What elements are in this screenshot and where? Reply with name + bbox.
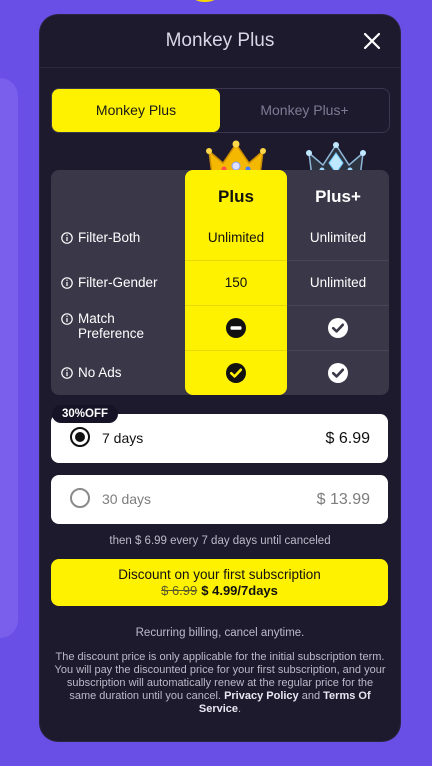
check-circle-icon — [328, 317, 348, 338]
feature-label: Filter-Both — [78, 230, 141, 245]
subscription-modal: Monkey Plus Monkey Plus Monkey Plus+ Plu… — [40, 15, 400, 741]
feature-label: Filter-Gender — [78, 275, 158, 290]
plan-duration: 30 days — [102, 491, 152, 507]
background-blob — [190, 0, 220, 2]
tab-monkey-plus-plus[interactable]: Monkey Plus+ — [220, 89, 389, 132]
discount-badge: 30%OFF — [52, 405, 119, 423]
info-icon[interactable] — [61, 366, 73, 379]
plus-value: 150 — [224, 275, 248, 290]
table-row: Filter-Gender 150 Unlimited — [51, 260, 389, 305]
plus-value: Unlimited — [207, 230, 265, 245]
recurring-billing-note: Recurring billing, cancel anytime. — [135, 627, 305, 639]
plus-plus-value: Unlimited — [309, 275, 367, 290]
close-icon[interactable] — [362, 31, 382, 51]
discounted-price: $ 4.99/7days — [201, 583, 278, 598]
tab-monkey-plus[interactable]: Monkey Plus — [52, 89, 220, 132]
info-icon[interactable] — [61, 276, 73, 289]
table-row: Match Preference — [51, 305, 389, 350]
background-panel — [0, 78, 18, 638]
plan-tabs: Monkey Plus Monkey Plus+ — [51, 88, 390, 133]
feature-label: Match Preference — [78, 311, 145, 341]
feature-label: No Ads — [78, 365, 122, 380]
renewal-note: then $ 6.99 every 7 day days until cance… — [109, 535, 331, 547]
original-price: $ 6.99 — [161, 583, 198, 598]
column-header-plus: Plus — [218, 187, 254, 206]
subscribe-button[interactable]: Discount on your first subscription $ 6.… — [51, 559, 388, 606]
plan-price: $ 13.99 — [316, 491, 370, 508]
table-row: Filter-Both Unlimited Unlimited — [51, 215, 389, 260]
info-icon[interactable] — [61, 313, 73, 325]
privacy-policy-link[interactable]: Privacy Policy — [224, 690, 299, 702]
radio-selected[interactable] — [70, 427, 90, 447]
cta-title: Discount on your first subscription — [118, 567, 321, 582]
plan-option-30-days[interactable]: 30 days $ 13.99 — [51, 475, 388, 524]
modal-title: Monkey Plus — [165, 30, 275, 51]
table-row: No Ads — [51, 350, 389, 395]
header-divider — [40, 67, 400, 68]
info-icon[interactable] — [61, 231, 73, 244]
plus-plus-value: Unlimited — [309, 230, 367, 245]
feature-comparison-table: Plus Plus+ Filter-Both Unlimited Unlimit… — [51, 170, 389, 395]
discount-disclaimer: The discount price is only applicable fo… — [54, 651, 386, 715]
and-text: and — [301, 690, 321, 702]
plan-price: $ 6.99 — [325, 430, 370, 447]
radio-unselected[interactable] — [70, 488, 90, 508]
column-header-plus-plus: Plus+ — [315, 187, 361, 206]
check-circle-icon — [226, 362, 246, 383]
check-circle-icon — [328, 362, 348, 383]
minus-circle-icon — [226, 317, 246, 338]
